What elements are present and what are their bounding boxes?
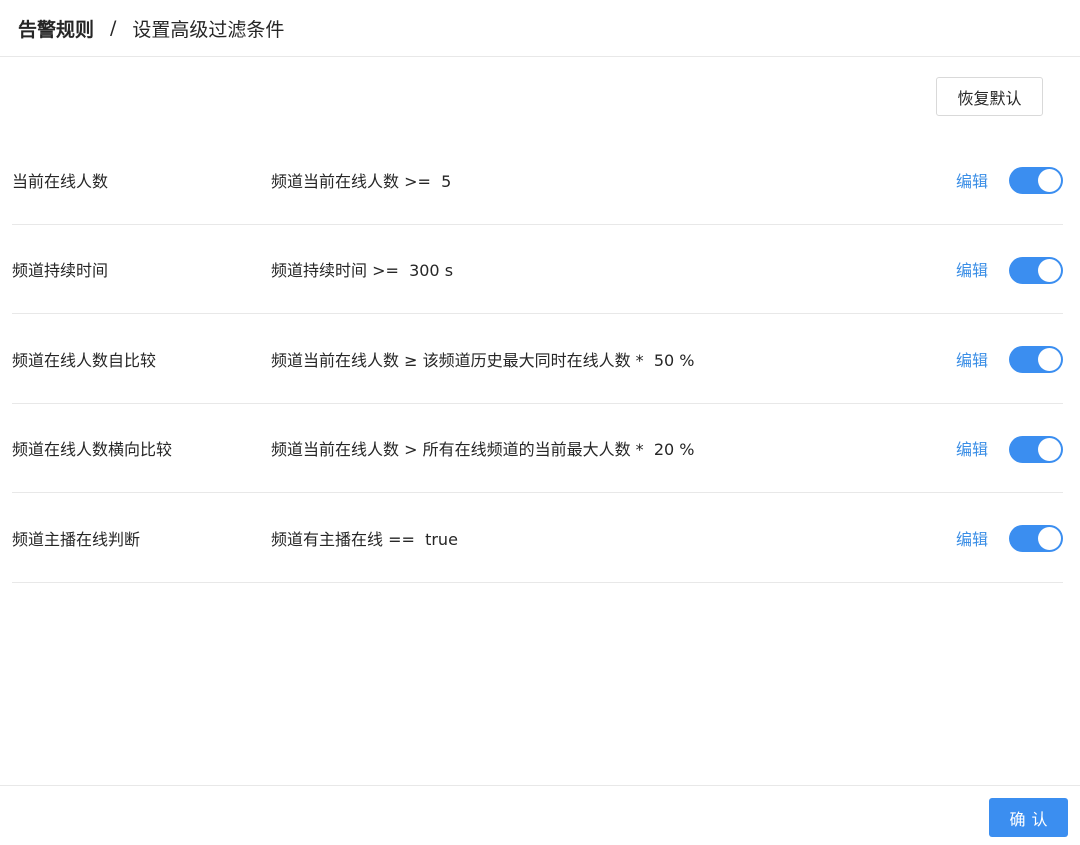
rule-row: 频道持续时间 频道持续时间 >= 300 s 编辑	[12, 225, 1063, 314]
rule-name: 频道主播在线判断	[12, 529, 141, 549]
toggle-knob	[1038, 348, 1061, 371]
rule-condition: 频道有主播在线 == true	[271, 529, 458, 549]
restore-default-button[interactable]: 恢复默认	[936, 77, 1043, 116]
rule-name: 频道在线人数横向比较	[12, 440, 173, 459]
rule-list: 当前在线人数 频道当前在线人数 >= 5 编辑 频道持续时间 频道持续时间 >=…	[12, 135, 1063, 583]
toggle-knob	[1038, 527, 1061, 550]
footer-divider	[0, 785, 1080, 786]
rule-toggle[interactable]	[1009, 167, 1063, 194]
rule-condition: 频道当前在线人数 > 所有在线频道的当前最大人数 * 20 %	[271, 440, 695, 459]
rule-condition: 频道当前在线人数 >= 5	[271, 171, 452, 191]
toggle-knob	[1038, 437, 1061, 461]
confirm-button[interactable]: 确认	[989, 798, 1068, 837]
rule-name: 频道持续时间	[12, 261, 109, 280]
edit-link[interactable]: 编辑	[956, 493, 988, 582]
page: 告警规则 / 设置高级过滤条件 恢复默认 当前在线人数 频道当前在线人数 >= …	[0, 0, 1080, 845]
edit-link[interactable]: 编辑	[956, 404, 988, 493]
rule-toggle[interactable]	[1009, 346, 1063, 373]
rule-row: 当前在线人数 频道当前在线人数 >= 5 编辑	[12, 135, 1063, 225]
rule-condition: 频道持续时间 >= 300 s	[271, 261, 454, 280]
rule-row: 频道在线人数自比较 频道当前在线人数 ≥ 该频道历史最大同时在线人数 * 50 …	[12, 314, 1063, 404]
toggle-knob	[1038, 258, 1061, 282]
rule-name: 频道在线人数自比较	[12, 350, 157, 370]
edit-link[interactable]: 编辑	[956, 225, 988, 314]
rule-toggle[interactable]	[1009, 435, 1063, 463]
rule-condition: 频道当前在线人数 ≥ 该频道历史最大同时在线人数 * 50 %	[271, 350, 695, 370]
toggle-knob	[1038, 169, 1061, 192]
rule-row: 频道主播在线判断 频道有主播在线 == true 编辑	[12, 493, 1063, 583]
rule-toggle[interactable]	[1009, 525, 1063, 552]
rule-name: 当前在线人数	[12, 171, 109, 191]
breadcrumb-current: 设置高级过滤条件	[132, 18, 285, 41]
breadcrumb: 告警规则 / 设置高级过滤条件	[0, 0, 1080, 57]
rule-toggle[interactable]	[1009, 256, 1063, 284]
edit-link[interactable]: 编辑	[956, 314, 988, 403]
rule-row: 频道在线人数横向比较 频道当前在线人数 > 所有在线频道的当前最大人数 * 20…	[12, 404, 1063, 493]
breadcrumb-root[interactable]: 告警规则	[18, 15, 94, 42]
edit-link[interactable]: 编辑	[956, 135, 988, 224]
breadcrumb-separator: /	[110, 17, 117, 39]
